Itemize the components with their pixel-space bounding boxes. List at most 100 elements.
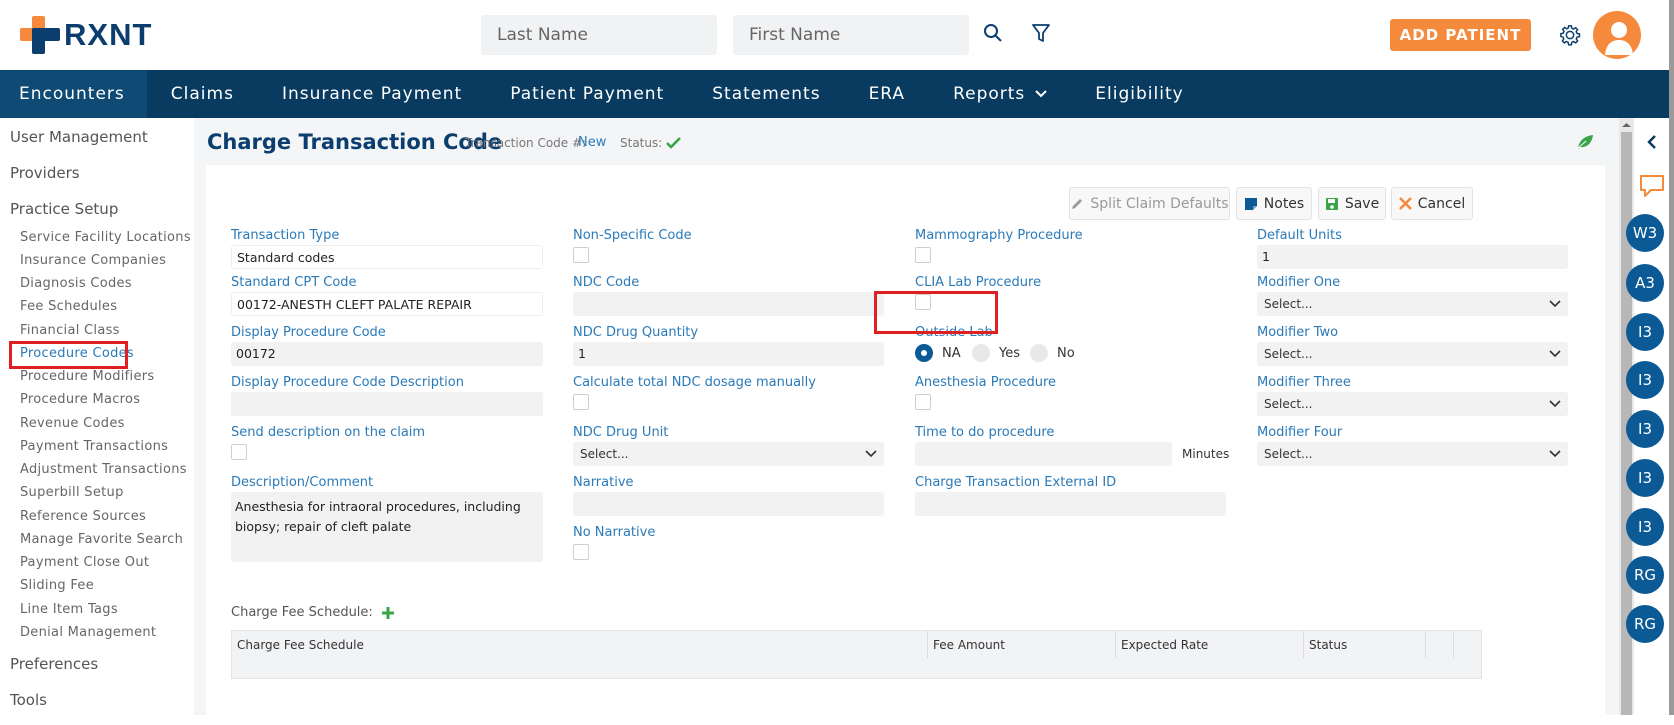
- close-icon: [1398, 197, 1412, 210]
- sidebar-item-reference-sources[interactable]: Reference Sources: [20, 509, 146, 524]
- page-title: Charge Transaction Code: [207, 130, 503, 154]
- notes-button[interactable]: Notes: [1236, 187, 1312, 220]
- sidebar-item-superbill-setup[interactable]: Superbill Setup: [20, 485, 124, 500]
- ndc-code-field[interactable]: [573, 292, 884, 316]
- sidebar-item-denial-management[interactable]: Denial Management: [20, 625, 156, 640]
- nav-eligibility[interactable]: Eligibility: [1071, 70, 1207, 118]
- sidebar-item-adjustment-transactions[interactable]: Adjustment Transactions: [20, 462, 187, 477]
- highlight-procedure-codes: [9, 341, 128, 369]
- collapse-chevron-icon[interactable]: [1645, 134, 1659, 150]
- main-content: Charge Transaction Code Transaction Code…: [194, 118, 1619, 725]
- standard-cpt-field[interactable]: 00172-ANESTH CLEFT PALATE REPAIR: [231, 292, 543, 316]
- user-badge-i3-3[interactable]: I3: [1626, 410, 1664, 448]
- external-id-field[interactable]: [915, 492, 1226, 516]
- outside-lab-na-radio[interactable]: [915, 344, 933, 362]
- calc-ndc-checkbox[interactable]: [573, 394, 589, 410]
- leaf-icon[interactable]: [1576, 134, 1594, 154]
- user-badge-i3-5[interactable]: I3: [1626, 508, 1664, 546]
- no-narrative-checkbox[interactable]: [573, 544, 589, 560]
- sidebar-item-financial-class[interactable]: Financial Class: [20, 323, 120, 338]
- send-desc-checkbox[interactable]: [231, 444, 247, 460]
- column-header-status[interactable]: Status: [1304, 631, 1426, 658]
- fee-schedule-label-text: Charge Fee Schedule:: [231, 605, 373, 620]
- sidebar-tools[interactable]: Tools: [0, 691, 47, 709]
- outside-lab-yes-radio[interactable]: [972, 344, 990, 362]
- ndc-qty-field[interactable]: 1: [573, 342, 884, 366]
- nav-insurance-payment[interactable]: Insurance Payment: [258, 70, 486, 118]
- last-name-input[interactable]: Last Name: [481, 15, 717, 55]
- ndc-unit-label: NDC Drug Unit: [573, 425, 669, 440]
- sidebar-practice-setup[interactable]: Practice Setup: [0, 200, 118, 218]
- modifier-two-select[interactable]: Select...: [1257, 342, 1568, 366]
- column-header-charge-fee-schedule[interactable]: Charge Fee Schedule: [232, 631, 928, 658]
- sidebar-user-management[interactable]: User Management: [0, 128, 148, 146]
- default-units-field[interactable]: 1: [1257, 245, 1568, 269]
- ndc-unit-select[interactable]: Select...: [573, 442, 884, 466]
- user-badge-i3-1[interactable]: I3: [1626, 313, 1664, 351]
- search-icon[interactable]: [982, 22, 1004, 44]
- scroll-up-icon[interactable]: [1619, 120, 1634, 130]
- sidebar-item-insurance-companies[interactable]: Insurance Companies: [20, 253, 166, 268]
- transaction-type-field[interactable]: Standard codes: [231, 245, 543, 269]
- sidebar-item-payment-transactions[interactable]: Payment Transactions: [20, 439, 168, 454]
- user-avatar[interactable]: [1593, 11, 1641, 59]
- sidebar-item-manage-favorite-search[interactable]: Manage Favorite Search: [20, 532, 183, 547]
- anesthesia-checkbox[interactable]: [915, 394, 931, 410]
- first-name-input[interactable]: First Name: [733, 15, 969, 55]
- rxnt-logo[interactable]: RXNT: [20, 16, 152, 54]
- nav-statements[interactable]: Statements: [688, 70, 844, 118]
- non-specific-checkbox[interactable]: [573, 247, 589, 263]
- sidebar-item-diagnosis-codes[interactable]: Diagnosis Codes: [20, 276, 132, 291]
- user-badge-w3[interactable]: W3: [1626, 214, 1664, 252]
- display-desc-field[interactable]: [231, 392, 543, 416]
- top-bar: RXNT Last Name First Name ADD PATIENT: [0, 0, 1674, 70]
- description-textarea[interactable]: Anesthesia for intraoral procedures, inc…: [231, 492, 543, 562]
- sidebar-providers[interactable]: Providers: [0, 164, 80, 182]
- non-specific-label: Non-Specific Code: [573, 228, 692, 243]
- default-units-label: Default Units: [1257, 228, 1342, 243]
- column-header-blank: [1426, 631, 1454, 658]
- outside-lab-no-radio[interactable]: [1030, 344, 1048, 362]
- user-badge-rg-1[interactable]: RG: [1626, 556, 1664, 594]
- sidebar-preferences[interactable]: Preferences: [0, 655, 98, 673]
- chat-icon[interactable]: [1639, 174, 1665, 198]
- description-label: Description/Comment: [231, 475, 374, 490]
- sidebar-item-sliding-fee[interactable]: Sliding Fee: [20, 578, 94, 593]
- modifier-one-select[interactable]: Select...: [1257, 292, 1568, 316]
- column-header-expected-rate[interactable]: Expected Rate: [1116, 631, 1304, 658]
- sidebar-item-procedure-macros[interactable]: Procedure Macros: [20, 392, 140, 407]
- modifier-three-label: Modifier Three: [1257, 375, 1351, 390]
- sidebar-item-revenue-codes[interactable]: Revenue Codes: [20, 416, 125, 431]
- narrative-field[interactable]: [573, 492, 884, 516]
- save-button[interactable]: Save: [1318, 187, 1386, 220]
- filter-icon[interactable]: [1030, 22, 1052, 44]
- sidebar-item-fee-schedules[interactable]: Fee Schedules: [20, 299, 117, 314]
- modifier-three-select[interactable]: Select...: [1257, 392, 1568, 416]
- nav-era[interactable]: ERA: [845, 70, 930, 118]
- modifier-four-select[interactable]: Select...: [1257, 442, 1568, 466]
- sidebar-item-payment-close-out[interactable]: Payment Close Out: [20, 555, 149, 570]
- user-badge-i3-4[interactable]: I3: [1626, 459, 1664, 497]
- display-code-field[interactable]: 00172: [231, 342, 543, 366]
- split-claim-defaults-button[interactable]: Split Claim Defaults: [1069, 187, 1230, 220]
- nav-claims[interactable]: Claims: [147, 70, 258, 118]
- cancel-button[interactable]: Cancel: [1391, 187, 1473, 220]
- time-to-do-field[interactable]: [915, 442, 1172, 466]
- nav-encounters[interactable]: Encounters: [0, 70, 147, 118]
- chevron-down-icon: [1549, 350, 1561, 358]
- user-badge-i3-2[interactable]: I3: [1626, 361, 1664, 399]
- sidebar-item-line-item-tags[interactable]: Line Item Tags: [20, 602, 118, 617]
- gear-icon[interactable]: [1558, 23, 1582, 47]
- sidebar-item-procedure-modifiers[interactable]: Procedure Modifiers: [20, 369, 155, 384]
- nav-reports[interactable]: Reports: [929, 70, 1071, 118]
- sidebar-item-service-facility-locations[interactable]: Service Facility Locations: [20, 230, 191, 245]
- user-badge-a3[interactable]: A3: [1626, 264, 1664, 302]
- column-header-fee-amount[interactable]: Fee Amount: [928, 631, 1116, 658]
- logo-text: RXNT: [64, 17, 153, 52]
- add-icon[interactable]: [381, 606, 395, 620]
- user-badge-rg-2[interactable]: RG: [1626, 605, 1664, 643]
- mammography-checkbox[interactable]: [915, 247, 931, 263]
- nav-patient-payment[interactable]: Patient Payment: [486, 70, 688, 118]
- add-patient-button[interactable]: ADD PATIENT: [1390, 19, 1531, 51]
- no-narrative-label: No Narrative: [573, 525, 656, 540]
